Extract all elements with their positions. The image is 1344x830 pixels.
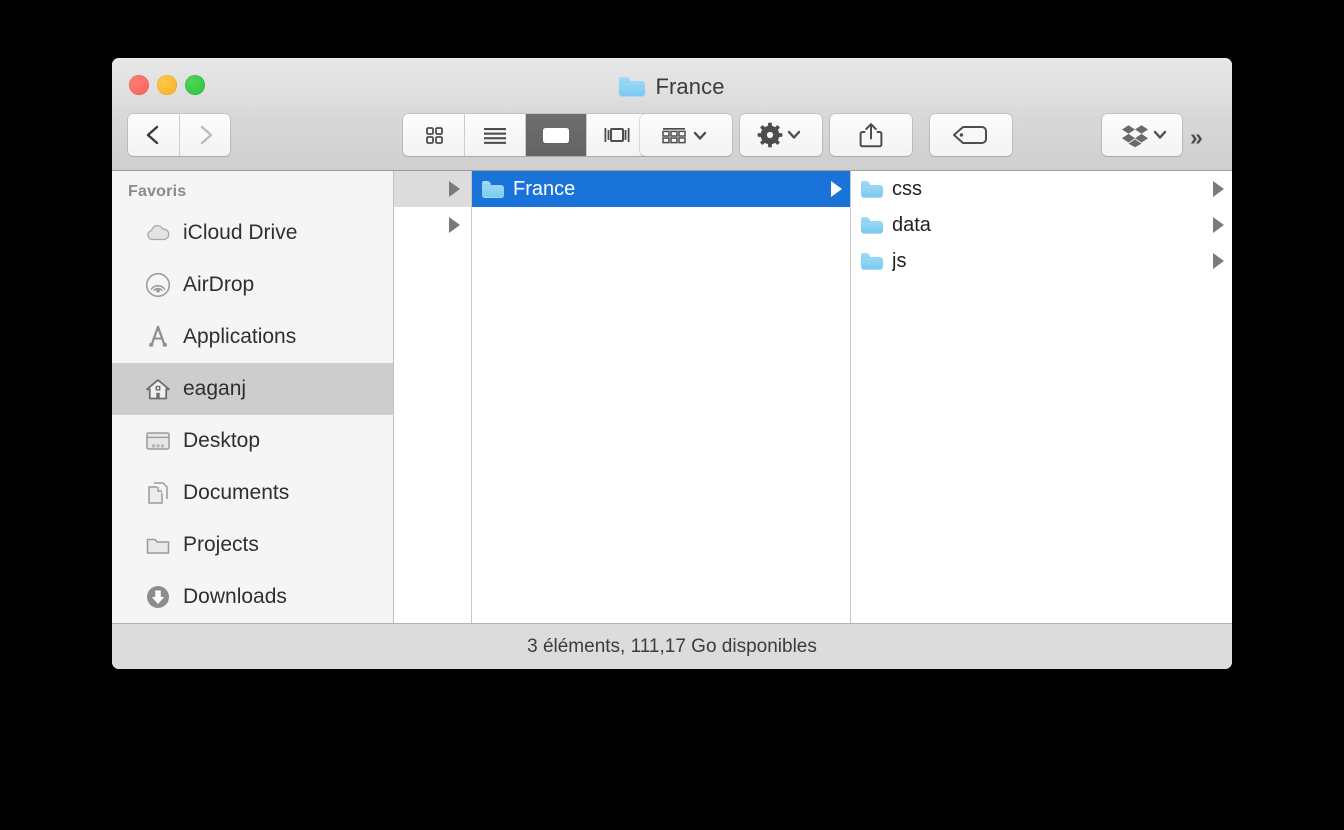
- tag-button[interactable]: [930, 114, 1012, 156]
- arrange-button[interactable]: [640, 114, 732, 156]
- grid-icon: [425, 127, 443, 144]
- action-button[interactable]: [740, 114, 822, 156]
- maximize-button[interactable]: [185, 75, 205, 95]
- dropbox-button-group: [1102, 114, 1182, 156]
- download-icon: [145, 584, 171, 610]
- sidebar: Favoris iCloud Drive AirDrop Application…: [112, 171, 394, 623]
- disclosure-triangle-icon: [1213, 217, 1224, 233]
- documents-icon: [145, 480, 171, 506]
- column-3-row-data[interactable]: data: [851, 207, 1232, 243]
- folder-icon: [145, 532, 171, 558]
- compass-icon: [145, 324, 171, 350]
- sidebar-item-label: Downloads: [183, 585, 287, 608]
- file-name: css: [892, 178, 922, 200]
- column-1-row-2[interactable]: [394, 207, 471, 243]
- sidebar-item-label: Desktop: [183, 429, 261, 452]
- column-3-row-css[interactable]: css: [851, 171, 1232, 207]
- disclosure-triangle-icon: [449, 217, 460, 233]
- share-icon: [859, 123, 883, 148]
- window-title: France: [112, 74, 1232, 100]
- folder-icon: [861, 180, 883, 198]
- view-mode-buttons: [403, 114, 647, 156]
- gallery-view-button[interactable]: [586, 114, 647, 156]
- arrange-grid-icon: [662, 128, 707, 144]
- sidebar-item-label: AirDrop: [183, 273, 255, 296]
- toolbar-overflow-button[interactable]: »: [1190, 124, 1203, 151]
- column-1-row-1[interactable]: [394, 171, 471, 207]
- sidebar-item-label: Documents: [183, 481, 290, 504]
- tag-icon: [953, 126, 987, 144]
- sidebar-section-header: Favoris: [128, 183, 187, 200]
- sidebar-item-label: Applications: [183, 325, 297, 348]
- back-button[interactable]: [128, 114, 179, 156]
- gallery-icon: [604, 128, 630, 142]
- column-2[interactable]: France: [472, 171, 851, 623]
- airdrop-icon: [145, 272, 171, 298]
- forward-button[interactable]: [179, 114, 230, 156]
- share-button-group: [830, 114, 912, 156]
- sidebar-item-downloads[interactable]: Downloads: [112, 571, 393, 623]
- column-view-button[interactable]: [525, 114, 586, 156]
- chevron-left-icon: [146, 125, 158, 145]
- sidebar-item-desktop[interactable]: Desktop: [112, 415, 393, 467]
- gear-icon: [757, 122, 801, 148]
- sidebar-item-documents[interactable]: Documents: [112, 467, 393, 519]
- window-body: Favoris iCloud Drive AirDrop Application…: [112, 171, 1232, 623]
- minimize-button[interactable]: [157, 75, 177, 95]
- chevron-right-icon: [200, 125, 213, 145]
- sidebar-item-airdrop[interactable]: AirDrop: [112, 259, 393, 311]
- columns-icon: [543, 128, 569, 143]
- list-icon: [484, 128, 506, 144]
- navigation-buttons: [128, 114, 230, 156]
- sidebar-item-label: Projects: [183, 533, 259, 556]
- folder-icon: [861, 216, 883, 234]
- cloud-icon: [145, 220, 171, 246]
- disclosure-triangle-icon: [831, 181, 842, 197]
- sidebar-item-label: eaganj: [183, 377, 247, 400]
- titlebar[interactable]: France »: [112, 58, 1232, 171]
- column-2-row-france[interactable]: France: [472, 171, 850, 207]
- sidebar-item-icloud-drive[interactable]: iCloud Drive: [112, 207, 393, 259]
- status-bar-text: 3 éléments, 111,17 Go disponibles: [527, 635, 817, 657]
- dropbox-button[interactable]: [1102, 114, 1182, 156]
- column-3-row-js[interactable]: js: [851, 243, 1232, 279]
- column-1[interactable]: [394, 171, 472, 623]
- disclosure-triangle-icon: [449, 181, 460, 197]
- status-bar: 3 éléments, 111,17 Go disponibles: [112, 623, 1232, 669]
- folder-icon: [861, 252, 883, 270]
- sidebar-item-label: iCloud Drive: [183, 221, 298, 244]
- home-icon: [145, 376, 171, 402]
- toolbar: »: [112, 110, 1232, 160]
- file-name: js: [892, 250, 907, 272]
- arrange-button-group: [640, 114, 732, 156]
- folder-icon: [482, 180, 504, 198]
- folder-icon: [619, 77, 646, 97]
- file-name: data: [892, 214, 931, 236]
- close-button[interactable]: [129, 75, 149, 95]
- window-title-text: France: [655, 74, 725, 99]
- share-button[interactable]: [830, 114, 912, 156]
- column-browser: France css data js: [394, 171, 1232, 623]
- sidebar-item-applications[interactable]: Applications: [112, 311, 393, 363]
- file-name: France: [513, 178, 576, 200]
- action-button-group: [740, 114, 822, 156]
- dropbox-icon: [1122, 125, 1167, 148]
- column-3[interactable]: css data js: [851, 171, 1232, 623]
- sidebar-item-eaganj[interactable]: eaganj: [112, 363, 393, 415]
- finder-window: France » Favoris iCloud Drive AirDrop Ap…: [112, 58, 1232, 669]
- list-view-button[interactable]: [464, 114, 525, 156]
- desktop-icon: [145, 428, 171, 454]
- traffic-lights: [129, 75, 205, 95]
- icon-view-button[interactable]: [403, 114, 464, 156]
- tag-button-group: [930, 114, 1012, 156]
- sidebar-item-projects[interactable]: Projects: [112, 519, 393, 571]
- disclosure-triangle-icon: [1213, 253, 1224, 269]
- disclosure-triangle-icon: [1213, 181, 1224, 197]
